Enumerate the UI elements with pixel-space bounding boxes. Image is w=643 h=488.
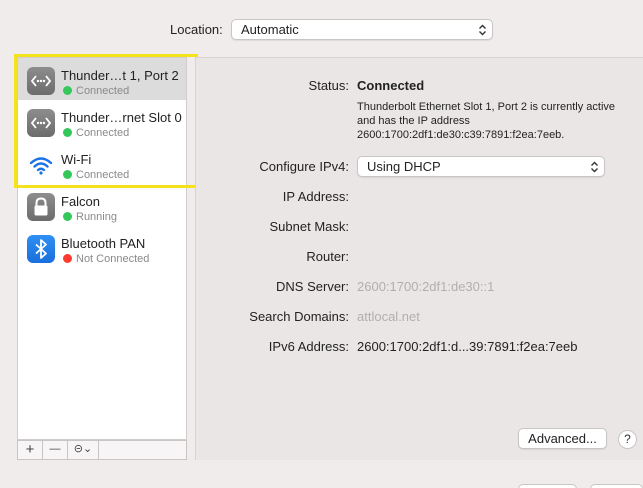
service-status-text: Connected <box>76 127 130 139</box>
location-select[interactable]: Automatic <box>231 19 493 40</box>
status-dot-red-icon <box>63 254 72 263</box>
lock-icon <box>27 193 55 221</box>
service-status: Running <box>63 211 117 223</box>
service-status-text: Not Connected <box>76 253 150 265</box>
status-description: Thunderbolt Ethernet Slot 1, Port 2 is c… <box>357 101 616 141</box>
service-status: Connected <box>63 169 129 181</box>
ethernet-icon <box>27 109 55 137</box>
subnet-mask-label: Subnet Mask: <box>269 219 350 234</box>
revert-button-partial[interactable] <box>518 484 577 488</box>
ethernet-icon <box>27 67 55 95</box>
status-value: Connected <box>357 78 425 93</box>
action-menu-button[interactable]: ⊝⌄ <box>68 441 99 459</box>
service-item-bluetooth-pan[interactable]: Bluetooth PAN Not Connected <box>18 226 186 268</box>
search-domains-label: Search Domains: <box>249 309 349 324</box>
dns-server-value: 2600:1700:2df1:de30::1 <box>357 279 495 294</box>
service-list: Thunder…t 1, Port 2 Connected Thunder…rn… <box>17 57 187 440</box>
service-name: Thunder…t 1, Port 2 <box>61 68 179 83</box>
service-item-wifi[interactable]: Wi-Fi Connected <box>18 142 186 184</box>
bluetooth-icon <box>27 235 55 263</box>
configure-ipv4-value: Using DHCP <box>367 159 441 174</box>
ip-address-label: IP Address: <box>282 189 349 204</box>
service-status-text: Connected <box>76 169 130 181</box>
updown-chevron-icon <box>479 24 486 36</box>
location-label: Location: <box>170 22 223 37</box>
service-list-toolbar: + — ⊝⌄ <box>17 440 187 460</box>
configure-ipv4-label: Configure IPv4: <box>259 159 349 174</box>
service-status: Connected <box>63 85 129 97</box>
service-status-text: Connected <box>76 85 130 97</box>
wifi-icon <box>27 151 55 179</box>
service-name: Thunder…rnet Slot 0 <box>61 110 182 125</box>
search-domains-value: attlocal.net <box>357 309 420 324</box>
advanced-button[interactable]: Advanced... <box>518 428 607 449</box>
service-name: Wi-Fi <box>61 152 92 167</box>
apply-button-partial[interactable] <box>590 484 643 488</box>
dns-server-label: DNS Server: <box>276 279 349 294</box>
service-status: Connected <box>63 127 129 139</box>
status-dot-green-icon <box>63 212 72 221</box>
location-value: Automatic <box>241 22 299 37</box>
service-name: Falcon <box>61 194 101 209</box>
location-row: Location: Automatic <box>0 19 643 41</box>
service-item-falcon[interactable]: Falcon Running <box>18 184 186 226</box>
help-button[interactable]: ? <box>618 430 637 449</box>
detail-panel: Status: Connected Thunderbolt Ethernet S… <box>195 57 643 460</box>
remove-service-button[interactable]: — <box>43 441 68 459</box>
updown-chevron-icon <box>591 161 598 173</box>
ipv6-address-label: IPv6 Address: <box>268 339 349 354</box>
add-service-button[interactable]: + <box>18 441 43 459</box>
configure-ipv4-select[interactable]: Using DHCP <box>357 156 605 177</box>
service-name: Bluetooth PAN <box>61 236 146 251</box>
ipv6-address-value: 2600:1700:2df1:d...39:7891:f2ea:7eeb <box>357 339 578 354</box>
status-dot-green-icon <box>63 128 72 137</box>
service-item-thunderbolt-slot-0[interactable]: Thunder…rnet Slot 0 Connected <box>18 100 186 142</box>
status-dot-green-icon <box>63 86 72 95</box>
status-label: Status: <box>308 78 349 93</box>
service-status: Not Connected <box>63 253 149 265</box>
status-dot-green-icon <box>63 170 72 179</box>
service-status-text: Running <box>76 211 117 223</box>
router-label: Router: <box>306 249 349 264</box>
service-item-thunderbolt-port-2[interactable]: Thunder…t 1, Port 2 Connected <box>18 58 186 100</box>
